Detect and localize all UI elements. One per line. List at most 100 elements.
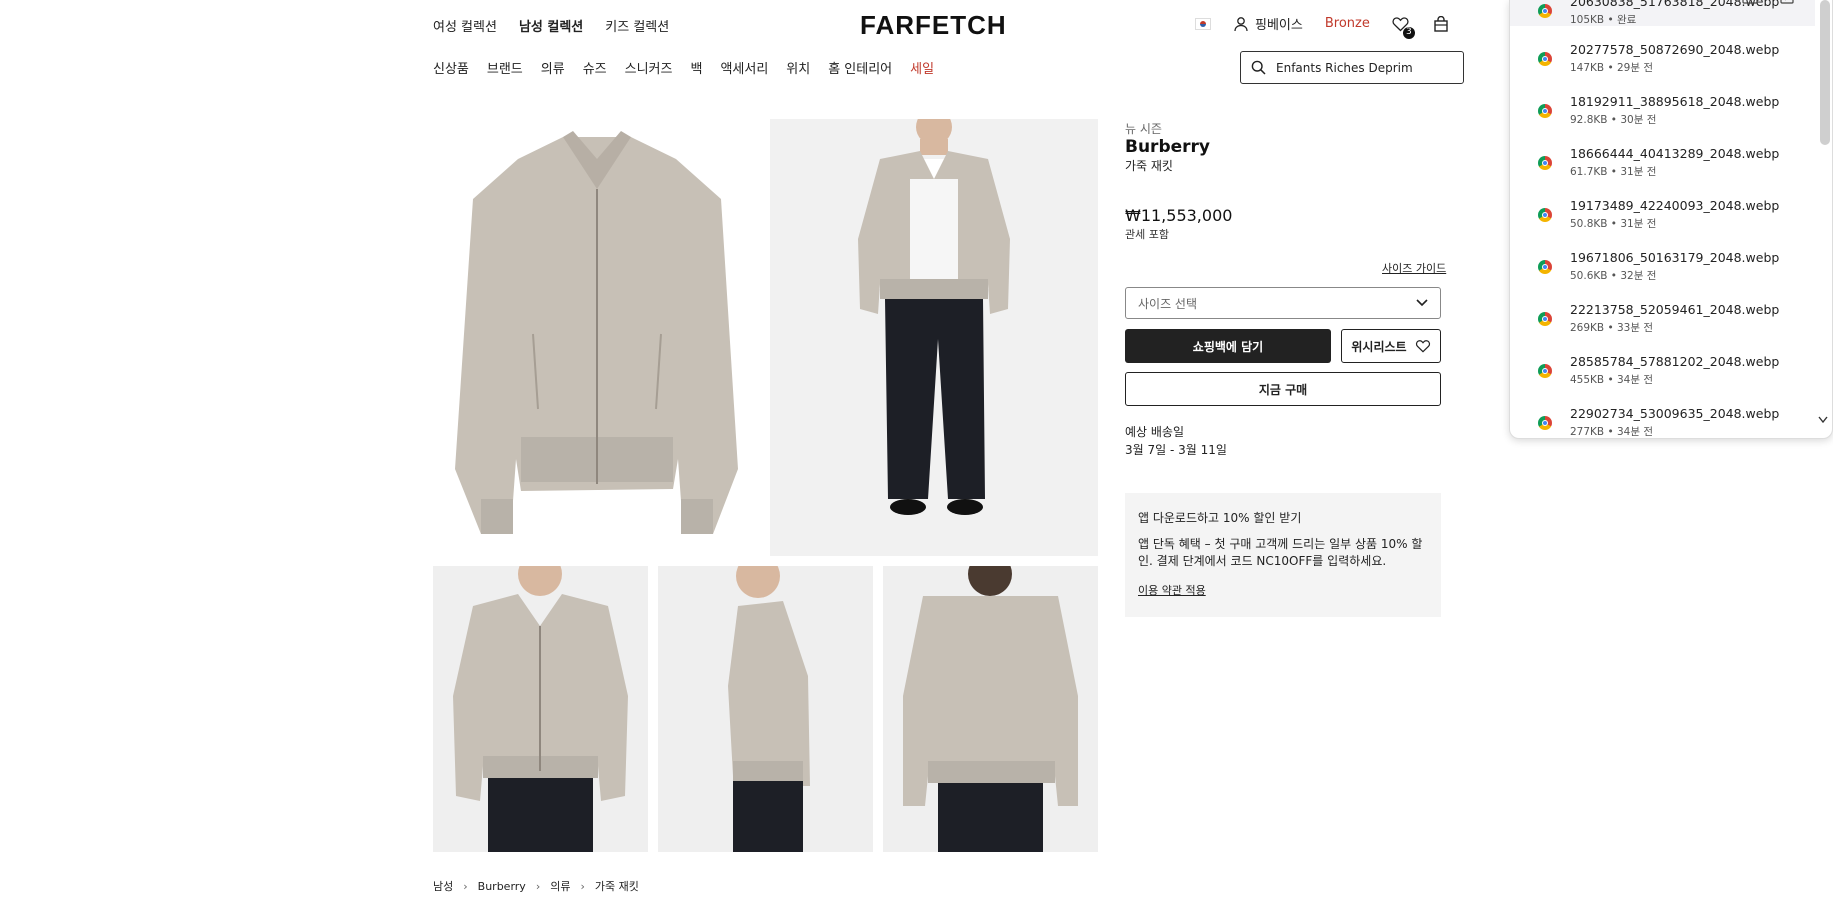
download-item[interactable]: 18666444_40413289_2048.webp 61.7KB • 31분… (1510, 146, 1815, 198)
download-meta: 92.8KB • 30분 전 (1570, 114, 1657, 126)
shopping-bag-button[interactable] (1432, 15, 1450, 33)
chevron-down-icon (1416, 299, 1428, 307)
download-filename: 22213758_52059461_2048.webp (1570, 302, 1780, 317)
search-box[interactable] (1240, 51, 1464, 84)
chrome-file-icon (1538, 260, 1552, 274)
downloads-scrollbar[interactable] (1820, 0, 1830, 145)
folder-icon[interactable] (1742, 0, 1758, 4)
download-item[interactable]: 22902734_53009635_2048.webp 277KB • 34분 … (1510, 406, 1815, 438)
download-filename: 20277578_50872690_2048.webp (1570, 42, 1780, 57)
chrome-file-icon (1538, 312, 1552, 326)
bag-icon (1434, 15, 1448, 32)
download-item[interactable]: 19173489_42240093_2048.webp 50.8KB • 31분… (1510, 198, 1815, 250)
chrome-file-icon (1538, 208, 1552, 222)
promo-description: 앱 단독 혜택 – 첫 구매 고객께 드리는 일부 상품 10% 할인. 결제 … (1138, 537, 1423, 568)
download-item[interactable]: 28585784_57881202_2048.webp 455KB • 34분 … (1510, 354, 1815, 406)
size-select-placeholder: 사이즈 선택 (1138, 296, 1198, 311)
download-filename: 19173489_42240093_2048.webp (1570, 198, 1780, 213)
cat-sale[interactable]: 세일 (910, 58, 934, 77)
breadcrumb-separator: › (580, 879, 585, 893)
cat-brands[interactable]: 브랜드 (487, 58, 523, 77)
breadcrumb-separator: › (463, 879, 468, 893)
open-external-icon[interactable] (1780, 0, 1794, 4)
download-meta: 105KB • 완료 (1570, 14, 1637, 26)
product-image-main[interactable] (433, 119, 761, 556)
download-meta: 50.6KB • 32분 전 (1570, 270, 1657, 282)
wishlist-count-badge: 3 (1402, 26, 1415, 39)
heart-icon (1415, 340, 1430, 353)
cat-home[interactable]: 홈 인테리어 (828, 58, 892, 77)
download-meta: 269KB • 33분 전 (1570, 322, 1654, 334)
collection-nav: 여성 컬렉션 남성 컬렉션 키즈 컬렉션 (433, 16, 669, 35)
account-link[interactable]: 핑베이스 (1233, 14, 1303, 33)
cat-shoes[interactable]: 슈즈 (583, 58, 607, 77)
breadcrumb-brand[interactable]: Burberry (478, 880, 526, 893)
duty-note: 관세 포함 (1125, 228, 1169, 241)
tier-badge[interactable]: Bronze (1325, 16, 1370, 31)
chrome-file-icon (1538, 364, 1552, 378)
downloads-panel: 20630838_51763818_2048.webp 105KB • 완료 2… (1509, 0, 1833, 439)
back-image (903, 566, 1078, 852)
download-item[interactable]: 18192911_38895618_2048.webp 92.8KB • 30분… (1510, 94, 1815, 146)
wishlist-button-label: 위시리스트 (1351, 339, 1407, 354)
chrome-file-icon (1538, 104, 1552, 118)
user-icon (1234, 16, 1248, 31)
cat-accessories[interactable]: 액세서리 (720, 58, 768, 77)
breadcrumb-current: 가죽 재킷 (594, 880, 639, 893)
download-item[interactable]: 20630838_51763818_2048.webp 105KB • 완료 (1510, 0, 1815, 46)
promo-title: 앱 다운로드하고 10% 할인 받기 (1138, 511, 1302, 525)
chrome-file-icon (1538, 52, 1552, 66)
download-meta: 50.8KB • 31분 전 (1570, 218, 1657, 230)
download-meta: 455KB • 34분 전 (1570, 374, 1654, 386)
product-image-front-closeup[interactable] (433, 566, 648, 852)
search-input[interactable] (1274, 59, 1448, 76)
cat-watches[interactable]: 위치 (786, 58, 810, 77)
chrome-file-icon (1538, 4, 1552, 18)
chrome-file-icon (1538, 156, 1552, 170)
cat-clothing[interactable]: 의류 (541, 58, 565, 77)
size-guide-link[interactable]: 사이즈 가이드 (1382, 260, 1446, 276)
download-filename: 22902734_53009635_2048.webp (1570, 406, 1780, 421)
search-icon (1251, 60, 1266, 75)
cat-new[interactable]: 신상품 (433, 58, 469, 77)
product-image-model-front[interactable] (770, 119, 1098, 556)
wishlist-header-button[interactable]: 3 (1392, 15, 1415, 39)
scroll-down-icon[interactable] (1818, 416, 1828, 424)
site-logo[interactable]: FARFETCH (860, 10, 1007, 41)
season-label: 뉴 시즌 (1125, 122, 1162, 136)
product-name: 가죽 재킷 (1125, 159, 1173, 173)
breadcrumb-separator: › (535, 879, 541, 893)
nav-kids[interactable]: 키즈 컬렉션 (605, 16, 669, 35)
breadcrumb: 남성 › Burberry › 의류 › 가죽 재킷 (433, 878, 639, 894)
product-image-side[interactable] (658, 566, 873, 852)
shipping-dates: 3월 7일 - 3월 11일 (1125, 443, 1227, 457)
download-item[interactable]: 19671806_50163179_2048.webp 50.6KB • 32분… (1510, 250, 1815, 302)
product-price: ₩11,553,000 (1125, 206, 1233, 225)
wishlist-button[interactable]: 위시리스트 (1341, 329, 1441, 363)
product-image-back[interactable] (883, 566, 1098, 852)
category-nav: 신상품 브랜드 의류 슈즈 스니커즈 백 액세서리 위치 홈 인테리어 세일 (433, 58, 934, 77)
size-select[interactable]: 사이즈 선택 (1125, 287, 1441, 319)
download-meta: 61.7KB • 31분 전 (1570, 166, 1657, 178)
download-filename: 28585784_57881202_2048.webp (1570, 354, 1780, 369)
nav-men[interactable]: 남성 컬렉션 (519, 16, 583, 35)
app-promo-box: 앱 다운로드하고 10% 할인 받기 앱 단독 혜택 – 첫 구매 고객께 드리… (1125, 493, 1441, 617)
chrome-file-icon (1538, 416, 1552, 430)
brand-name[interactable]: Burberry (1125, 137, 1210, 157)
header-utilities: 핑베이스 Bronze 3 (1195, 14, 1450, 39)
promo-terms-link[interactable]: 이용 약관 적용 (1138, 582, 1428, 598)
download-item[interactable]: 20277578_50872690_2048.webp 147KB • 29분 … (1510, 42, 1815, 94)
nav-women[interactable]: 여성 컬렉션 (433, 16, 497, 35)
download-meta: 277KB • 34분 전 (1570, 426, 1654, 438)
korea-flag-icon[interactable] (1195, 17, 1211, 30)
breadcrumb-clothing[interactable]: 의류 (550, 878, 570, 894)
cat-sneakers[interactable]: 스니커즈 (625, 58, 673, 77)
add-to-bag-button[interactable]: 쇼핑백에 담기 (1125, 329, 1331, 363)
buy-now-button[interactable]: 지금 구매 (1125, 372, 1441, 406)
cat-bags[interactable]: 백 (690, 58, 702, 77)
download-item[interactable]: 22213758_52059461_2048.webp 269KB • 33분 … (1510, 302, 1815, 354)
front-closeup-image (453, 566, 628, 852)
model-front-image (858, 119, 1010, 515)
breadcrumb-men[interactable]: 남성 (433, 878, 453, 894)
download-meta: 147KB • 29분 전 (1570, 62, 1654, 74)
